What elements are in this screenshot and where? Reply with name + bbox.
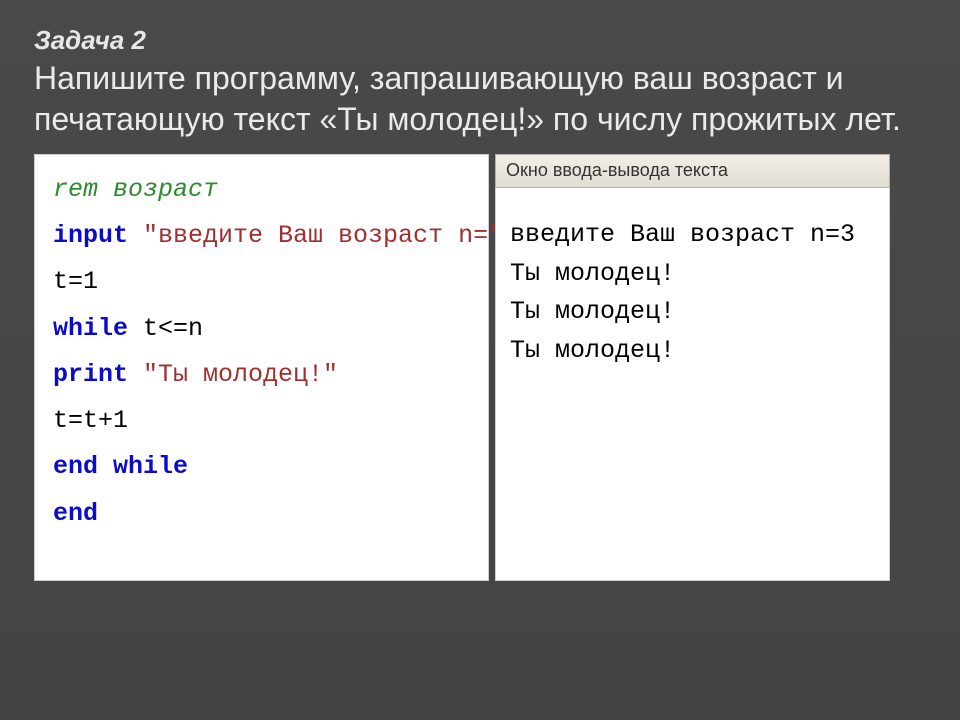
code-line-2: input "введите Ваш возраст n=",n [53, 213, 476, 259]
heading-block: Задача 2 Напишите программу, запрашивающ… [34, 26, 922, 140]
while-cond: t<=n [128, 314, 203, 343]
panes: rem возраст input "введите Ваш возраст n… [34, 154, 922, 581]
keyword-endwhile: end while [53, 452, 188, 481]
keyword-end: end [53, 499, 98, 528]
code-line-7: end while [53, 444, 476, 490]
io-line-4: Ты молодец! [510, 332, 877, 371]
io-line-3: Ты молодец! [510, 293, 877, 332]
keyword-rem: rem [53, 175, 98, 204]
rem-comment: возраст [98, 175, 218, 204]
io-window-title: Окно ввода-вывода текста [495, 154, 890, 188]
input-string: "введите Ваш возраст n=" [128, 221, 503, 250]
code-line-6: t=t+1 [53, 398, 476, 444]
code-line-1: rem возраст [53, 167, 476, 213]
print-string: "Ты молодец!" [128, 360, 338, 389]
io-pane: Окно ввода-вывода текста введите Ваш воз… [495, 154, 890, 581]
keyword-input: input [53, 221, 128, 250]
code-pane: rem возраст input "введите Ваш возраст n… [34, 154, 489, 581]
io-window-body: введите Ваш возраст n=3 Ты молодец! Ты м… [495, 188, 890, 581]
io-line-1: введите Ваш возраст n=3 [510, 216, 877, 255]
task-number: Задача 2 [34, 26, 922, 56]
code-line-3: t=1 [53, 259, 476, 305]
slide: Задача 2 Напишите программу, запрашивающ… [0, 0, 960, 720]
code-line-8: end [53, 491, 476, 537]
keyword-print: print [53, 360, 128, 389]
code-line-5: print "Ты молодец!" [53, 352, 476, 398]
task-description: Напишите программу, запрашивающую ваш во… [34, 58, 922, 140]
keyword-while: while [53, 314, 128, 343]
io-line-2: Ты молодец! [510, 255, 877, 294]
code-line-4: while t<=n [53, 306, 476, 352]
